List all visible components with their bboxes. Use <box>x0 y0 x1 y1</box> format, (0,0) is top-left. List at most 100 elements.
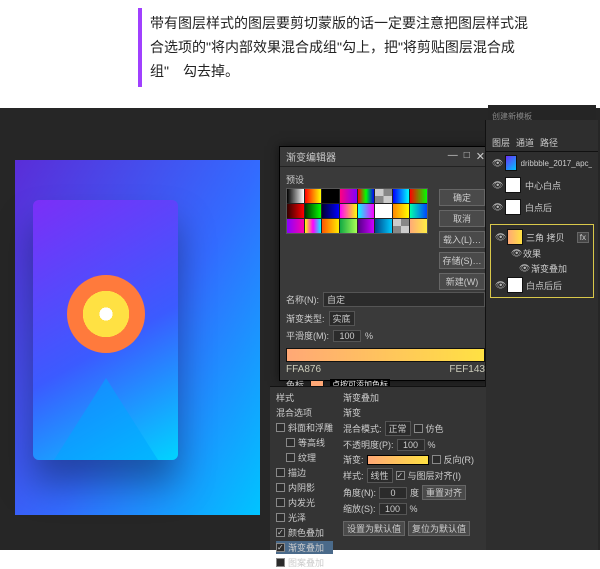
cancel-button[interactable]: 取消 <box>439 210 485 227</box>
checkbox[interactable] <box>276 423 285 432</box>
checkbox[interactable] <box>276 483 285 492</box>
preset-swatch[interactable] <box>375 204 392 218</box>
checkbox[interactable] <box>276 558 285 567</box>
effects-label[interactable]: 效果 <box>523 247 541 260</box>
ok-button[interactable]: 确定 <box>439 189 485 206</box>
close-icon[interactable]: ✕ <box>476 150 485 163</box>
layer-thumb[interactable] <box>505 155 517 171</box>
layer-thumb[interactable] <box>505 177 521 193</box>
angle-value[interactable]: 0 <box>379 487 407 499</box>
style-select[interactable]: 线性 <box>367 468 393 483</box>
opt-contour[interactable]: 等高线 <box>298 436 325 449</box>
preset-swatch[interactable] <box>305 219 322 233</box>
layer-triangle-name[interactable]: 三角 拷贝 <box>526 231 565 244</box>
preset-swatch[interactable] <box>410 189 427 203</box>
dither-checkbox[interactable] <box>414 424 423 433</box>
layer-thumb[interactable] <box>507 277 523 293</box>
preset-swatch[interactable] <box>340 189 357 203</box>
preset-swatch[interactable] <box>410 219 427 233</box>
visibility-icon[interactable]: 👁 <box>519 263 528 274</box>
layer-whitedot2-label[interactable]: 白点后后 <box>526 279 562 292</box>
name-field[interactable]: 自定 <box>323 292 485 307</box>
blend-mode-select[interactable]: 正常 <box>385 421 411 436</box>
align-checkbox[interactable] <box>396 471 405 480</box>
preset-swatch[interactable] <box>305 204 322 218</box>
gradient-editor-titlebar[interactable]: 渐变编辑器 — □ ✕ <box>280 147 491 167</box>
checkbox[interactable] <box>276 528 285 537</box>
checkbox[interactable] <box>276 498 285 507</box>
preset-swatch[interactable] <box>305 189 322 203</box>
reset-align-button[interactable]: 重置对齐 <box>422 485 466 500</box>
layer-center-label[interactable]: 中心白点 <box>525 179 561 192</box>
scale-value[interactable]: 100 <box>379 503 407 515</box>
opacity-value[interactable]: 100 <box>397 439 425 451</box>
highlighted-layer-group: 👁 三角 拷贝 fx 👁 效果 👁 渐变叠加 👁 白点后后 <box>490 224 594 298</box>
opt-texture[interactable]: 纹理 <box>298 451 316 464</box>
preset-swatch[interactable] <box>358 189 375 203</box>
preset-swatch[interactable] <box>393 189 410 203</box>
preset-swatch[interactable] <box>322 204 339 218</box>
layer-whitedot-label[interactable]: 白点后 <box>525 201 552 214</box>
doc-layer-name[interactable]: dribbble_2017_apc_dribbbble <box>521 159 593 168</box>
gradient-bar[interactable] <box>286 348 485 362</box>
preset-swatch[interactable] <box>340 204 357 218</box>
preset-swatch[interactable] <box>375 189 392 203</box>
load-button[interactable]: 载入(L)… <box>439 231 485 248</box>
gradient-overlay-label[interactable]: 渐变叠加 <box>531 262 567 275</box>
maximize-icon[interactable]: □ <box>464 150 470 163</box>
gradient-editor-title: 渐变编辑器 <box>286 149 336 164</box>
preset-swatch[interactable] <box>322 189 339 203</box>
visibility-icon[interactable]: 👁 <box>511 248 520 259</box>
visibility-icon[interactable]: 👁 <box>495 280 504 291</box>
checkbox[interactable] <box>276 513 285 522</box>
opt-satin[interactable]: 光泽 <box>288 511 306 524</box>
preset-swatch[interactable] <box>287 204 304 218</box>
smooth-value[interactable]: 100 <box>333 330 361 342</box>
visibility-icon[interactable]: 👁 <box>492 202 501 213</box>
preset-swatch[interactable] <box>375 219 392 233</box>
opt-inner-shadow[interactable]: 内阴影 <box>288 481 315 494</box>
opt-inner-glow[interactable]: 内发光 <box>288 496 315 509</box>
opt-gradient-overlay[interactable]: 渐变叠加 <box>288 541 324 554</box>
preset-swatch[interactable] <box>322 219 339 233</box>
checkbox[interactable] <box>286 453 295 462</box>
preset-swatch[interactable] <box>358 219 375 233</box>
preset-swatch[interactable] <box>393 204 410 218</box>
preset-swatch[interactable] <box>358 204 375 218</box>
opt-color-overlay[interactable]: 颜色叠加 <box>288 526 324 539</box>
reset-default-button[interactable]: 复位为默认值 <box>408 521 470 536</box>
tab-channels[interactable]: 通道 <box>516 136 534 149</box>
fx-right-title: 渐变叠加 <box>343 391 474 404</box>
checkbox[interactable] <box>286 438 295 447</box>
fx-badge[interactable]: fx <box>577 232 589 243</box>
set-default-button[interactable]: 设置为默认值 <box>343 521 405 536</box>
layer-thumb[interactable] <box>505 199 521 215</box>
minimize-icon[interactable]: — <box>448 150 458 163</box>
preset-swatch[interactable] <box>287 189 304 203</box>
preset-grid[interactable] <box>286 188 428 234</box>
tab-paths[interactable]: 路径 <box>540 136 558 149</box>
triangle-shape <box>54 378 158 460</box>
tab-layers[interactable]: 图层 <box>492 136 510 149</box>
new-button[interactable]: 新建(W) <box>439 273 485 290</box>
gradient-preview[interactable] <box>367 455 429 465</box>
style-label: 样式: <box>343 469 364 482</box>
type-select[interactable]: 实底 <box>329 311 355 326</box>
preset-swatch[interactable] <box>410 204 427 218</box>
opt-pattern-overlay[interactable]: 图案叠加 <box>288 556 324 569</box>
preset-swatch[interactable] <box>287 219 304 233</box>
reverse-checkbox[interactable] <box>432 455 441 464</box>
visibility-icon[interactable]: 👁 <box>495 232 504 243</box>
preset-swatch[interactable] <box>393 219 410 233</box>
checkbox[interactable] <box>276 543 285 552</box>
save-button[interactable]: 存储(S)… <box>439 252 485 269</box>
visibility-icon[interactable]: 👁 <box>492 158 501 169</box>
visibility-icon[interactable]: 👁 <box>492 180 501 191</box>
opt-stroke[interactable]: 描边 <box>288 466 306 479</box>
blend-options-title[interactable]: 混合选项 <box>276 406 333 419</box>
stop-left-value: FFA876 <box>286 364 321 375</box>
opt-bevel[interactable]: 斜面和浮雕 <box>288 421 333 434</box>
preset-swatch[interactable] <box>340 219 357 233</box>
checkbox[interactable] <box>276 468 285 477</box>
layer-thumb[interactable] <box>507 229 523 245</box>
